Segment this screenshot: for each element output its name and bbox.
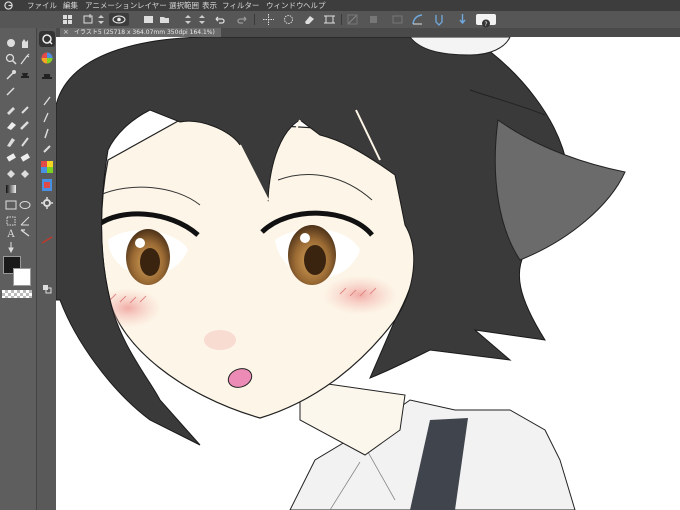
menu-selection[interactable]: 選択範囲 [169,0,199,11]
color-set-icon[interactable] [40,160,54,174]
gradient-icon[interactable] [4,182,18,196]
text-icon[interactable]: A [4,226,18,240]
grid-icon[interactable] [142,13,155,26]
svg-text:?: ? [484,21,487,28]
menu-layer[interactable]: レイヤー [137,0,167,11]
eraser-icon[interactable] [303,13,316,26]
brush-icon[interactable] [40,94,54,108]
curve-icon[interactable] [411,13,424,26]
fill-icon[interactable] [18,118,32,132]
layer-icon[interactable] [391,13,404,26]
undo-icon[interactable] [213,13,226,26]
brush-icon[interactable] [40,126,54,140]
pencil-icon[interactable] [4,84,18,98]
transparent-color-swatch[interactable] [2,290,32,298]
pen-icon[interactable] [18,68,32,82]
hand-icon[interactable] [18,36,32,50]
fill-icon[interactable] [4,166,18,180]
help-icon[interactable]: ? [476,14,496,28]
background-color-swatch[interactable] [13,268,31,286]
redo-icon[interactable] [236,13,249,26]
toolbar-separator [341,14,342,25]
magic-wand-icon[interactable] [4,52,18,66]
menu-view[interactable]: 表示 [202,0,217,11]
correction-icon[interactable] [4,134,18,148]
move-icon[interactable] [262,13,275,26]
eyedropper-icon[interactable] [4,68,18,82]
eraser-icon[interactable] [4,118,18,132]
pen-icon[interactable] [40,70,54,84]
menu-bar: ファイル 編集 アニメーション レイヤー 選択範囲 表示 フィルター ウィンドウ… [0,0,680,11]
menu-animation[interactable]: アニメーション [85,0,137,11]
fill-icon[interactable] [367,13,380,26]
close-icon[interactable]: × [63,28,69,37]
color-wheel-icon[interactable] [40,51,54,65]
correction-icon[interactable] [4,240,18,254]
search-zoom-icon[interactable] [39,31,55,47]
up-down-icon[interactable] [184,13,192,26]
document-tab[interactable]: × イラスト5 (25718 x 364.07mm 350dpi 164.1%) [60,28,221,37]
eraser-icon[interactable] [18,150,32,164]
artwork [56,37,626,510]
drawing-canvas[interactable] [56,37,680,510]
view-eye-icon[interactable] [109,13,129,26]
menu-file[interactable]: ファイル [27,0,57,11]
brush-icon[interactable] [18,134,32,148]
pen-icon[interactable] [40,232,54,246]
ruler-icon[interactable] [346,13,359,26]
document-tab-label: イラスト5 (25718 x 364.07mm 350dpi 164.1%) [74,29,215,36]
document-tab-bar: × イラスト5 (25718 x 364.07mm 350dpi 164.1%) [56,28,680,37]
eye-icon[interactable] [4,36,18,50]
crop-icon[interactable] [323,13,336,26]
pen-icon[interactable] [456,13,469,26]
airbrush-icon[interactable] [18,102,32,116]
tool-panel: A [0,28,36,510]
airbrush-icon[interactable] [40,142,54,156]
menu-edit[interactable]: 編集 [63,0,78,11]
up-down-icon[interactable] [97,13,105,26]
eraser-icon[interactable] [4,150,18,164]
transform-icon[interactable] [282,13,295,26]
up-down-icon[interactable] [198,13,206,26]
figure-icon[interactable] [4,198,18,212]
gear-icon[interactable] [40,196,54,210]
layer-icon[interactable] [40,178,54,192]
pen-icon[interactable] [433,13,446,26]
menu-window[interactable]: ウィンドウ [266,0,304,11]
figure-icon[interactable] [18,198,32,212]
fill-icon[interactable] [18,166,32,180]
app-logo-icon[interactable] [4,1,13,10]
svg-text:A: A [6,229,15,240]
pencil-icon[interactable] [40,110,54,124]
brush-icon[interactable] [4,102,18,116]
open-folder-icon[interactable] [158,13,171,26]
menu-help[interactable]: ヘルプ [303,0,326,11]
command-bar: ? [0,11,680,29]
balloon-icon[interactable] [18,226,32,240]
menu-grid-icon[interactable] [61,13,74,26]
transform-icon[interactable] [40,282,54,296]
new-canvas-icon[interactable] [82,13,95,26]
lasso-icon[interactable] [18,52,32,66]
toolbar-separator [254,14,255,25]
menu-filter[interactable]: フィルター [222,0,259,11]
sub-tool-panel [36,28,57,510]
